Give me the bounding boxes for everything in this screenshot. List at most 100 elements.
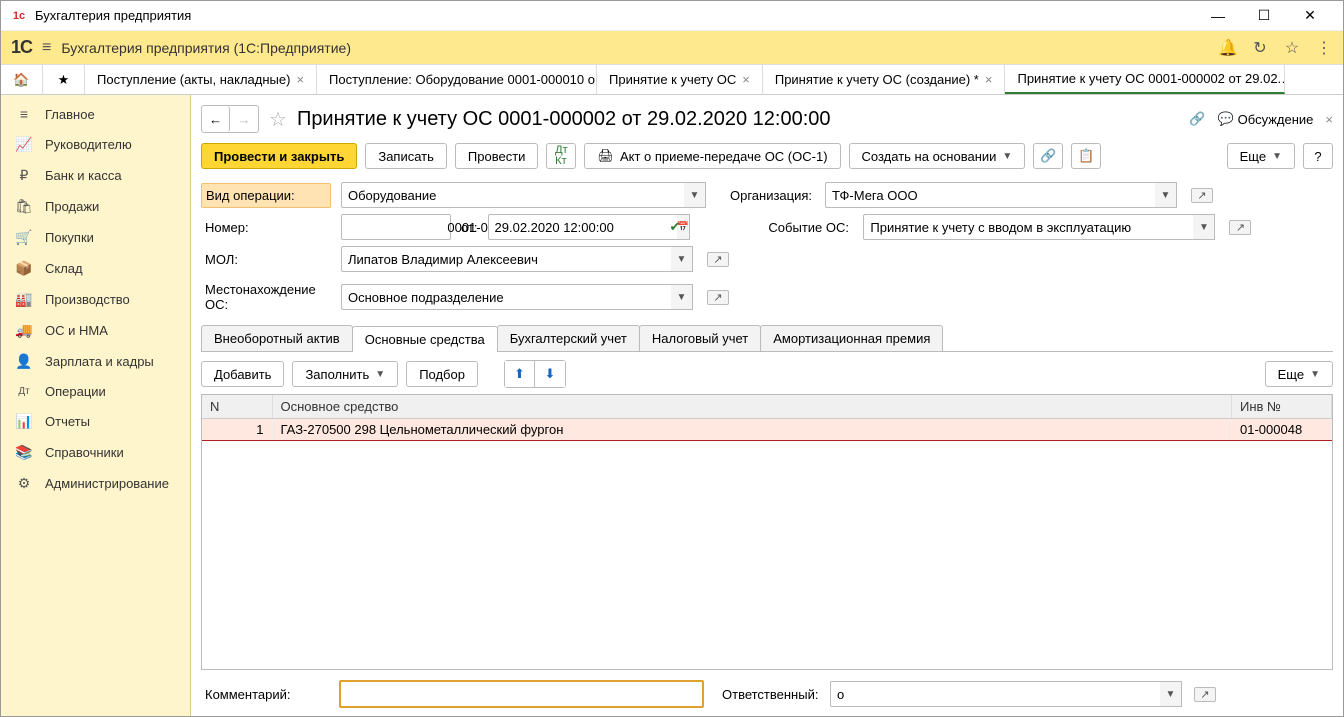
itab-fixed-assets[interactable]: Основные средства: [352, 326, 498, 352]
open-ref-icon[interactable]: ↗: [1191, 188, 1213, 203]
date-input[interactable]: [495, 216, 671, 238]
itab-accounting[interactable]: Бухгалтерский учет: [497, 325, 640, 351]
list-icon: ≡: [15, 106, 33, 122]
help-button[interactable]: ?: [1303, 143, 1333, 169]
link-icon[interactable]: 🔗: [1189, 111, 1205, 127]
sidebar: ≡Главное 📈Руководителю ₽Банк и касса 🛍Пр…: [1, 95, 191, 716]
page-close-icon[interactable]: ×: [1325, 112, 1333, 127]
move-up-button[interactable]: ⬆: [505, 361, 535, 387]
discuss-button[interactable]: 💬Обсуждение: [1217, 111, 1313, 127]
col-n[interactable]: N: [202, 395, 272, 419]
favorite-star-icon[interactable]: ☆: [269, 107, 287, 132]
assets-table[interactable]: N Основное средство Инв № 1 ГАЗ-270500 2…: [202, 395, 1332, 441]
more-icon[interactable]: ⋮: [1315, 39, 1333, 57]
col-asset[interactable]: Основное средство: [272, 395, 1232, 419]
operation-type-label: Вид операции:: [201, 183, 331, 208]
org-label: Организация:: [730, 188, 815, 203]
status-icon: ✔: [670, 219, 681, 235]
sidebar-item-catalogs[interactable]: 📚Справочники: [1, 437, 190, 468]
add-row-button[interactable]: Добавить: [201, 361, 284, 387]
dropdown-icon[interactable]: ▼: [1193, 214, 1215, 240]
table-row[interactable]: 1 ГАЗ-270500 298 Цельнометаллический фур…: [202, 419, 1332, 441]
bell-icon[interactable]: 🔔: [1219, 39, 1237, 57]
itab-amort[interactable]: Амортизационная премия: [760, 325, 943, 351]
move-down-button[interactable]: ⬇: [535, 361, 565, 387]
sidebar-item-reports[interactable]: 📊Отчеты: [1, 406, 190, 437]
responsible-input[interactable]: [837, 683, 1154, 705]
cart-icon: 🛒: [15, 229, 33, 246]
chat-icon: 💬: [1217, 111, 1233, 127]
dropdown-icon[interactable]: ▼: [684, 182, 706, 208]
truck-icon: 🚚: [15, 322, 33, 339]
more-button[interactable]: Еще▼: [1227, 143, 1295, 169]
chart-icon: 📈: [15, 136, 33, 153]
sidebar-item-purchases[interactable]: 🛒Покупки: [1, 222, 190, 253]
sidebar-item-admin[interactable]: ⚙Администрирование: [1, 468, 190, 499]
tab-pane: Добавить Заполнить▼ Подбор ⬆ ⬇ Еще▼ N: [201, 352, 1333, 670]
fill-button[interactable]: Заполнить▼: [292, 361, 398, 387]
open-ref-icon[interactable]: ↗: [1229, 220, 1251, 235]
minimize-button[interactable]: —: [1195, 1, 1241, 31]
maximize-button[interactable]: ☐: [1241, 1, 1287, 31]
sidebar-item-warehouse[interactable]: 📦Склад: [1, 253, 190, 284]
open-ref-icon[interactable]: ↗: [707, 252, 729, 267]
window-titlebar: 1c Бухгалтерия предприятия — ☐ ✕: [1, 1, 1343, 31]
app-title: Бухгалтерия предприятия: [35, 8, 191, 23]
post-button[interactable]: Провести: [455, 143, 539, 169]
tab-1[interactable]: Поступление: Оборудование 0001-000010 о……: [317, 65, 597, 94]
create-based-button[interactable]: Создать на основании▼: [849, 143, 1026, 169]
event-input[interactable]: [870, 216, 1187, 238]
open-ref-icon[interactable]: ↗: [707, 290, 729, 305]
nav-forward-button[interactable]: →: [230, 106, 258, 132]
tab-3[interactable]: Принятие к учету ОС (создание) *×: [763, 65, 1006, 94]
operation-type-input[interactable]: [348, 184, 678, 206]
sidebar-item-bank[interactable]: ₽Банк и касса: [1, 160, 190, 191]
dropdown-icon[interactable]: ▼: [671, 246, 693, 272]
dtkt-button[interactable]: ДтКт: [546, 143, 576, 169]
col-inv[interactable]: Инв №: [1232, 395, 1332, 419]
logo-icon: 1C: [11, 37, 32, 58]
history-icon[interactable]: ↻: [1251, 39, 1269, 57]
location-input[interactable]: [348, 286, 665, 308]
open-ref-icon[interactable]: ↗: [1194, 687, 1216, 702]
sidebar-item-operations[interactable]: ДтОперации: [1, 377, 190, 406]
mol-input[interactable]: [348, 248, 665, 270]
dropdown-icon[interactable]: ▼: [671, 284, 693, 310]
close-button[interactable]: ✕: [1287, 1, 1333, 31]
tab-close-icon[interactable]: ×: [296, 72, 304, 87]
dropdown-icon[interactable]: ▼: [1155, 182, 1177, 208]
sidebar-item-manager[interactable]: 📈Руководителю: [1, 129, 190, 160]
table-more-button[interactable]: Еще▼: [1265, 361, 1333, 387]
nav-back-button[interactable]: ←: [202, 106, 230, 132]
related-button[interactable]: 🔗: [1033, 143, 1063, 169]
sidebar-item-production[interactable]: 🏭Производство: [1, 284, 190, 315]
tab-close-icon[interactable]: ×: [985, 72, 993, 87]
app-header: 1C ≡ Бухгалтерия предприятия (1С:Предпри…: [1, 31, 1343, 65]
dropdown-icon[interactable]: ▼: [1160, 681, 1182, 707]
tab-0[interactable]: Поступление (акты, накладные)×: [85, 65, 317, 94]
inner-tabs: Внеоборотный актив Основные средства Бух…: [201, 325, 1333, 352]
star-icon[interactable]: ☆: [1283, 39, 1301, 57]
itab-tax[interactable]: Налоговый учет: [639, 325, 761, 351]
toolbar: Провести и закрыть Записать Провести ДтК…: [201, 141, 1333, 179]
post-and-close-button[interactable]: Провести и закрыть: [201, 143, 357, 169]
sidebar-item-payroll[interactable]: 👤Зарплата и кадры: [1, 346, 190, 377]
comment-input[interactable]: [347, 683, 696, 705]
sidebar-item-main[interactable]: ≡Главное: [1, 99, 190, 129]
tab-4[interactable]: Принятие к учету ОС 0001-000002 от 29.02…: [1005, 65, 1285, 94]
tab-2[interactable]: Принятие к учету ОС×: [597, 65, 763, 94]
tab-close-icon[interactable]: ×: [742, 72, 750, 87]
clipboard-button[interactable]: 📋: [1071, 143, 1101, 169]
sidebar-item-sales[interactable]: 🛍Продажи: [1, 191, 190, 222]
itab-noncurrent[interactable]: Внеоборотный актив: [201, 325, 353, 351]
org-input[interactable]: [832, 184, 1149, 206]
pick-button[interactable]: Подбор: [406, 361, 478, 387]
favorites-tab[interactable]: ★: [43, 65, 85, 94]
print-act-button[interactable]: 🖨Акт о приеме-передаче ОС (ОС-1): [584, 143, 840, 169]
ruble-icon: ₽: [15, 167, 33, 184]
header-title: Бухгалтерия предприятия (1С:Предприятие): [61, 40, 1209, 56]
save-button[interactable]: Записать: [365, 143, 447, 169]
sidebar-item-assets[interactable]: 🚚ОС и НМА: [1, 315, 190, 346]
menu-icon[interactable]: ≡: [42, 39, 51, 57]
home-tab[interactable]: 🏠: [1, 65, 43, 94]
